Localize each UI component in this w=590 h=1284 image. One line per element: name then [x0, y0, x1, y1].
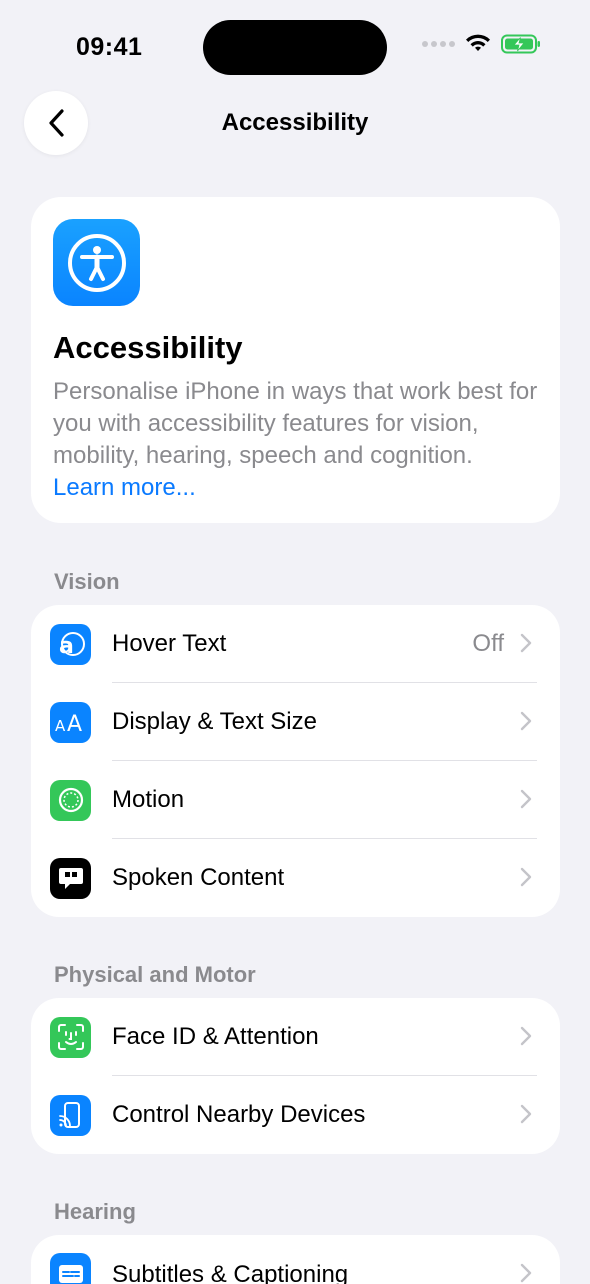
physical-group: Face ID & Attention Control Nearby Devic…: [31, 998, 560, 1154]
svg-text:a: a: [59, 634, 74, 659]
row-label: Spoken Content: [112, 864, 285, 891]
row-label: Hover Text: [112, 630, 227, 657]
chevron-right-icon: [520, 789, 532, 809]
row-motion[interactable]: Motion: [31, 761, 560, 839]
row-face-id-attention[interactable]: Face ID & Attention: [31, 998, 560, 1076]
row-hover-text[interactable]: a Hover Text Off: [31, 605, 560, 683]
section-header-vision: Vision: [54, 569, 120, 594]
nearby-devices-icon: [50, 1094, 91, 1136]
chevron-right-icon: [520, 1263, 532, 1283]
row-label: Display & Text Size: [112, 708, 317, 735]
subtitles-icon: [50, 1253, 91, 1284]
vision-group: a Hover Text Off A A Display & Text Size…: [31, 605, 560, 917]
hearing-group: Subtitles & Captioning: [31, 1235, 560, 1284]
motion-icon: [50, 779, 91, 821]
chevron-right-icon: [520, 1104, 532, 1124]
accessibility-icon: [53, 219, 140, 306]
row-label: Control Nearby Devices: [112, 1101, 366, 1128]
battery-charging-icon: [501, 34, 540, 54]
wifi-icon: [466, 34, 490, 51]
page-title: Accessibility: [221, 109, 369, 136]
chevron-right-icon: [520, 1026, 532, 1046]
hover-text-icon: a: [50, 623, 91, 665]
chevron-right-icon: [520, 633, 532, 653]
row-value: Off: [472, 630, 504, 657]
svg-text:A: A: [55, 717, 66, 735]
text-size-icon: A A: [50, 701, 91, 743]
learn-more-link[interactable]: Learn more...: [53, 474, 196, 501]
row-label: Face ID & Attention: [112, 1023, 319, 1050]
chevron-right-icon: [520, 711, 532, 731]
hero-title: Accessibility: [53, 330, 243, 365]
status-indicators: [422, 34, 541, 54]
row-spoken-content[interactable]: Spoken Content: [31, 839, 560, 917]
svg-text:A: A: [67, 712, 82, 737]
spoken-content-icon: [50, 857, 91, 899]
hero-card: Accessibility Personalise iPhone in ways…: [31, 197, 560, 523]
face-id-icon: [50, 1016, 91, 1058]
cellular-signal-icon: [422, 41, 455, 47]
row-display-text-size[interactable]: A A Display & Text Size: [31, 683, 560, 761]
section-header-physical: Physical and Motor: [54, 962, 256, 987]
hero-description-text: Personalise iPhone in ways that work bes…: [53, 378, 538, 469]
hero-description: Personalise iPhone in ways that work bes…: [53, 376, 538, 504]
status-time: 09:41: [76, 33, 143, 61]
section-header-hearing: Hearing: [54, 1199, 136, 1224]
row-subtitles-captioning[interactable]: Subtitles & Captioning: [31, 1235, 560, 1284]
row-label: Subtitles & Captioning: [112, 1261, 349, 1284]
row-label: Motion: [112, 786, 185, 813]
chevron-right-icon: [520, 867, 532, 887]
dynamic-island: [203, 20, 387, 75]
row-control-nearby-devices[interactable]: Control Nearby Devices: [31, 1076, 560, 1154]
